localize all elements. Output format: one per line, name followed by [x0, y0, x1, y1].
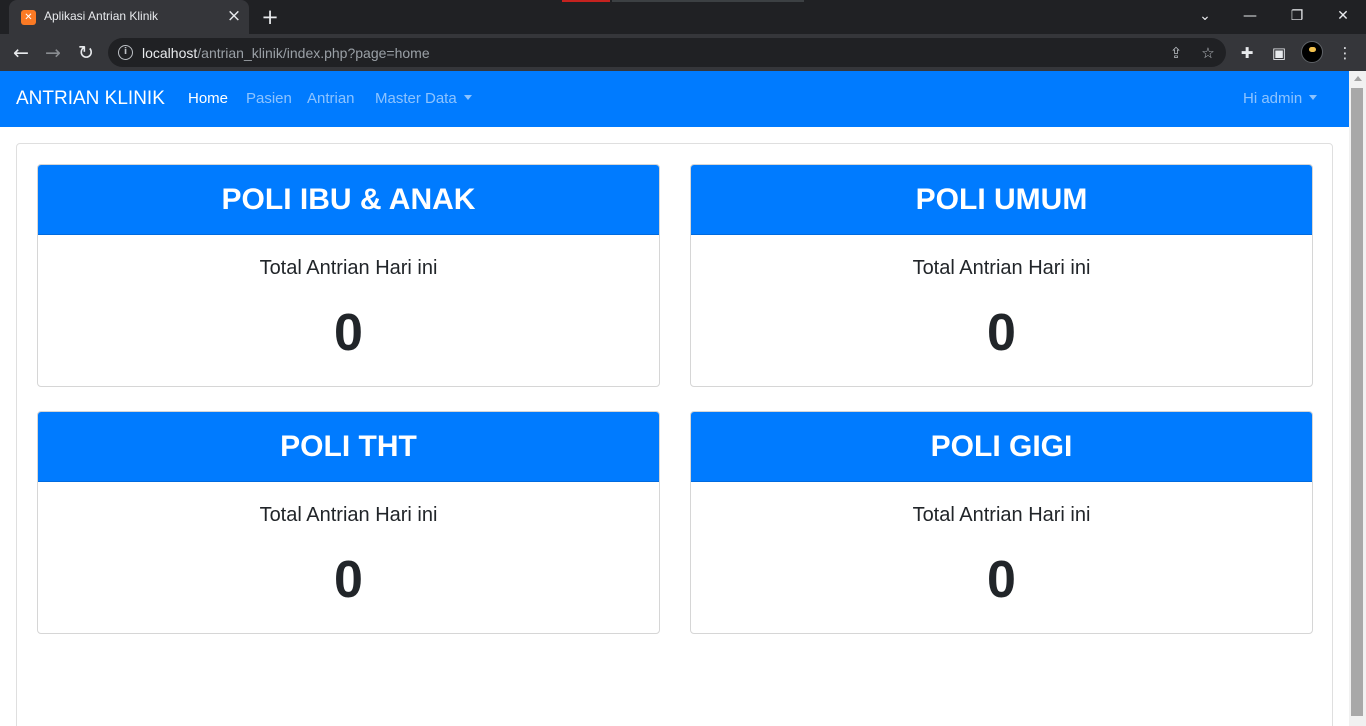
browser-tabstrip: ✕ Aplikasi Antrian Klinik × + ⌄ — ❐ ✕: [0, 0, 1366, 34]
dashboard-container: POLI IBU & ANAK Total Antrian Hari ini 0…: [16, 143, 1333, 726]
caret-down-icon: [1309, 95, 1318, 100]
user-menu-label: Hi admin: [1243, 90, 1303, 107]
xampp-favicon-icon: ✕: [21, 10, 36, 25]
address-bar[interactable]: i localhost/antrian_klinik/index.php?pag…: [108, 38, 1226, 67]
top-navbar: ANTRIAN KLINIK Home Pasien Antrian Maste…: [0, 71, 1349, 127]
page-viewport: ANTRIAN KLINIK Home Pasien Antrian Maste…: [0, 71, 1349, 726]
tab-search-chevron-icon[interactable]: ⌄: [1193, 5, 1217, 27]
tab-indicator: [562, 0, 610, 2]
card-subtitle: Total Antrian Hari ini: [912, 504, 1091, 526]
back-arrow-icon[interactable]: ←: [8, 40, 34, 66]
minimize-window-icon[interactable]: —: [1238, 5, 1262, 27]
queue-count: 0: [987, 304, 1016, 362]
browser-toolbar: ← → ↻ i localhost/antrian_klinik/index.p…: [0, 34, 1366, 71]
url-path: /antrian_klinik/index.php?page=home: [197, 45, 430, 61]
nav-link-home[interactable]: Home: [188, 90, 228, 107]
share-icon[interactable]: ⇪: [1165, 42, 1187, 64]
caret-down-icon: [463, 95, 472, 100]
poli-card-ibu-anak: POLI IBU & ANAK Total Antrian Hari ini 0: [37, 164, 660, 387]
url-text: localhost/antrian_klinik/index.php?page=…: [142, 45, 430, 61]
card-title: POLI THT: [38, 412, 659, 482]
queue-count: 0: [334, 304, 363, 362]
browser-tab[interactable]: ✕ Aplikasi Antrian Klinik ×: [9, 0, 249, 34]
new-tab-button[interactable]: +: [259, 6, 281, 28]
nav-link-antrian[interactable]: Antrian: [307, 90, 355, 107]
site-info-icon[interactable]: i: [118, 45, 133, 60]
nav-dropdown-master-data[interactable]: Master Data: [375, 90, 472, 107]
extensions-puzzle-icon[interactable]: ✚: [1235, 41, 1259, 65]
reload-icon[interactable]: ↻: [73, 40, 99, 66]
card-title: POLI UMUM: [691, 165, 1312, 235]
card-subtitle: Total Antrian Hari ini: [259, 257, 438, 279]
side-panel-icon[interactable]: ▣: [1267, 41, 1291, 65]
poli-card-umum: POLI UMUM Total Antrian Hari ini 0: [690, 164, 1313, 387]
close-window-icon[interactable]: ✕: [1331, 5, 1355, 27]
card-subtitle: Total Antrian Hari ini: [259, 504, 438, 526]
navbar-brand[interactable]: ANTRIAN KLINIK: [16, 88, 165, 110]
nav-link-master-data-label: Master Data: [375, 90, 457, 107]
scroll-up-arrow-icon[interactable]: [1354, 76, 1362, 81]
tab-indicator-track: [612, 0, 804, 2]
forward-arrow-icon[interactable]: →: [40, 40, 66, 66]
tab-title: Aplikasi Antrian Klinik: [44, 9, 159, 23]
poli-card-gigi: POLI GIGI Total Antrian Hari ini 0: [690, 411, 1313, 634]
user-menu-dropdown[interactable]: Hi admin: [1243, 90, 1318, 107]
scrollbar-thumb[interactable]: [1351, 88, 1363, 716]
card-subtitle: Total Antrian Hari ini: [912, 257, 1091, 279]
bookmark-star-icon[interactable]: ☆: [1197, 42, 1219, 64]
profile-avatar[interactable]: [1301, 41, 1323, 63]
page-scrollbar[interactable]: [1349, 71, 1366, 726]
card-title: POLI IBU & ANAK: [38, 165, 659, 235]
queue-count: 0: [334, 551, 363, 609]
restore-window-icon[interactable]: ❐: [1285, 5, 1309, 27]
queue-count: 0: [987, 551, 1016, 609]
url-host: localhost: [142, 45, 198, 61]
browser-menu-icon[interactable]: ⋮: [1333, 41, 1357, 65]
poli-card-tht: POLI THT Total Antrian Hari ini 0: [37, 411, 660, 634]
nav-link-pasien[interactable]: Pasien: [246, 90, 292, 107]
close-tab-icon[interactable]: ×: [225, 7, 243, 25]
card-title: POLI GIGI: [691, 412, 1312, 482]
